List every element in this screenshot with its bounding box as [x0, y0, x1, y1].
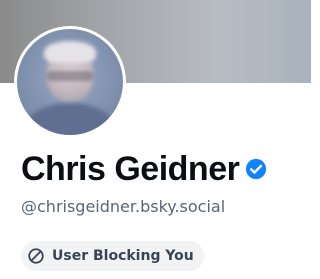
avatar-glasses: [47, 71, 93, 81]
block-icon: [27, 247, 45, 265]
blocking-status-label: User Blocking You: [52, 248, 194, 264]
profile-name-row: Chris Geidner: [21, 149, 267, 189]
avatar-shoulders: [25, 103, 115, 135]
blocking-status-badge: User Blocking You: [21, 241, 204, 271]
avatar[interactable]: [17, 29, 123, 135]
profile-handle: @chrisgeidner.bsky.social: [21, 197, 226, 216]
avatar-hair: [44, 41, 96, 63]
avatar-border: [14, 26, 126, 138]
verified-check-icon[interactable]: [245, 158, 267, 180]
profile-display-name: Chris Geidner: [21, 149, 240, 188]
